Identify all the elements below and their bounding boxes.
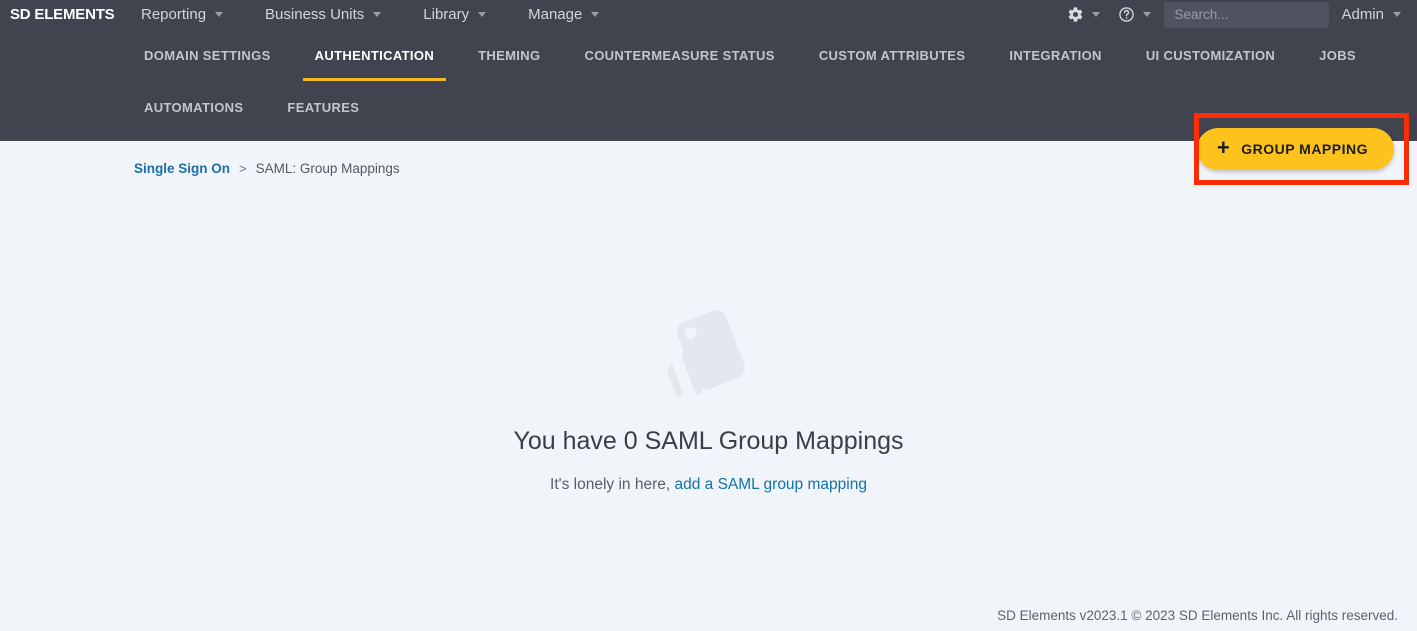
plus-icon: + xyxy=(1217,137,1230,159)
nav-item-business-units[interactable]: Business Units xyxy=(244,6,402,23)
header-utilities: Admin xyxy=(1058,0,1409,29)
tab-countermeasure-status[interactable]: COUNTERMEASURE STATUS xyxy=(572,48,786,81)
section-tabs-row-1: DOMAIN SETTINGS AUTHENTICATION THEMING C… xyxy=(0,29,1417,81)
empty-state-subtitle-text: It's lonely in here, xyxy=(550,476,670,493)
search-input[interactable] xyxy=(1164,2,1329,28)
tab-authentication[interactable]: AUTHENTICATION xyxy=(303,48,446,81)
tab-theming[interactable]: THEMING xyxy=(466,48,552,81)
nav-item-manage[interactable]: Manage xyxy=(507,6,620,23)
add-group-mapping-label: GROUP MAPPING xyxy=(1241,141,1368,157)
primary-nav: Reporting Business Units Library Manage xyxy=(120,6,620,23)
admin-menu-trigger[interactable]: Admin xyxy=(1335,6,1409,23)
tab-integration[interactable]: INTEGRATION xyxy=(997,48,1113,81)
tab-ui-customization[interactable]: UI CUSTOMIZATION xyxy=(1134,48,1287,81)
breadcrumb-current: SAML: Group Mappings xyxy=(256,161,400,176)
admin-label: Admin xyxy=(1341,6,1384,23)
nav-item-label: Manage xyxy=(528,6,582,23)
help-circle-icon xyxy=(1118,6,1135,23)
section-tabs-row-2: AUTOMATIONS FEATURES xyxy=(0,81,1417,133)
breadcrumb-link-single-sign-on[interactable]: Single Sign On xyxy=(134,161,230,176)
settings-menu-trigger[interactable] xyxy=(1058,6,1109,23)
chevron-down-icon xyxy=(1143,12,1151,17)
footer-copyright: SD Elements v2023.1 © 2023 SD Elements I… xyxy=(997,608,1398,623)
chevron-down-icon xyxy=(373,12,381,17)
chevron-down-icon xyxy=(1092,12,1100,17)
tab-features[interactable]: FEATURES xyxy=(275,100,371,133)
add-group-mapping-button[interactable]: + GROUP MAPPING xyxy=(1197,128,1394,170)
nav-item-library[interactable]: Library xyxy=(402,6,507,23)
chevron-down-icon xyxy=(215,12,223,17)
empty-state-title: You have 0 SAML Group Mappings xyxy=(0,427,1417,456)
app-header: SD ELEMENTS Reporting Business Units Lib… xyxy=(0,0,1417,141)
empty-state-subtitle: It's lonely in here, add a SAML group ma… xyxy=(0,476,1417,494)
nav-item-label: Library xyxy=(423,6,469,23)
tab-domain-settings[interactable]: DOMAIN SETTINGS xyxy=(132,48,283,81)
chevron-down-icon xyxy=(1393,12,1401,17)
chevron-down-icon xyxy=(591,12,599,17)
tab-automations[interactable]: AUTOMATIONS xyxy=(132,100,255,133)
breadcrumb-separator: > xyxy=(239,161,247,176)
empty-state: You have 0 SAML Group Mappings It's lone… xyxy=(0,300,1417,494)
nav-item-label: Reporting xyxy=(141,6,206,23)
tab-custom-attributes[interactable]: CUSTOM ATTRIBUTES xyxy=(807,48,978,81)
top-navigation-bar: SD ELEMENTS Reporting Business Units Lib… xyxy=(0,0,1417,29)
tab-jobs[interactable]: JOBS xyxy=(1307,48,1368,81)
gear-icon xyxy=(1067,6,1084,23)
stacked-cards-icon xyxy=(649,300,769,400)
add-saml-group-mapping-link[interactable]: add a SAML group mapping xyxy=(675,476,867,493)
nav-item-reporting[interactable]: Reporting xyxy=(120,6,244,23)
help-menu-trigger[interactable] xyxy=(1109,6,1160,23)
brand-logo[interactable]: SD ELEMENTS xyxy=(0,6,120,23)
chevron-down-icon xyxy=(478,12,486,17)
nav-item-label: Business Units xyxy=(265,6,364,23)
